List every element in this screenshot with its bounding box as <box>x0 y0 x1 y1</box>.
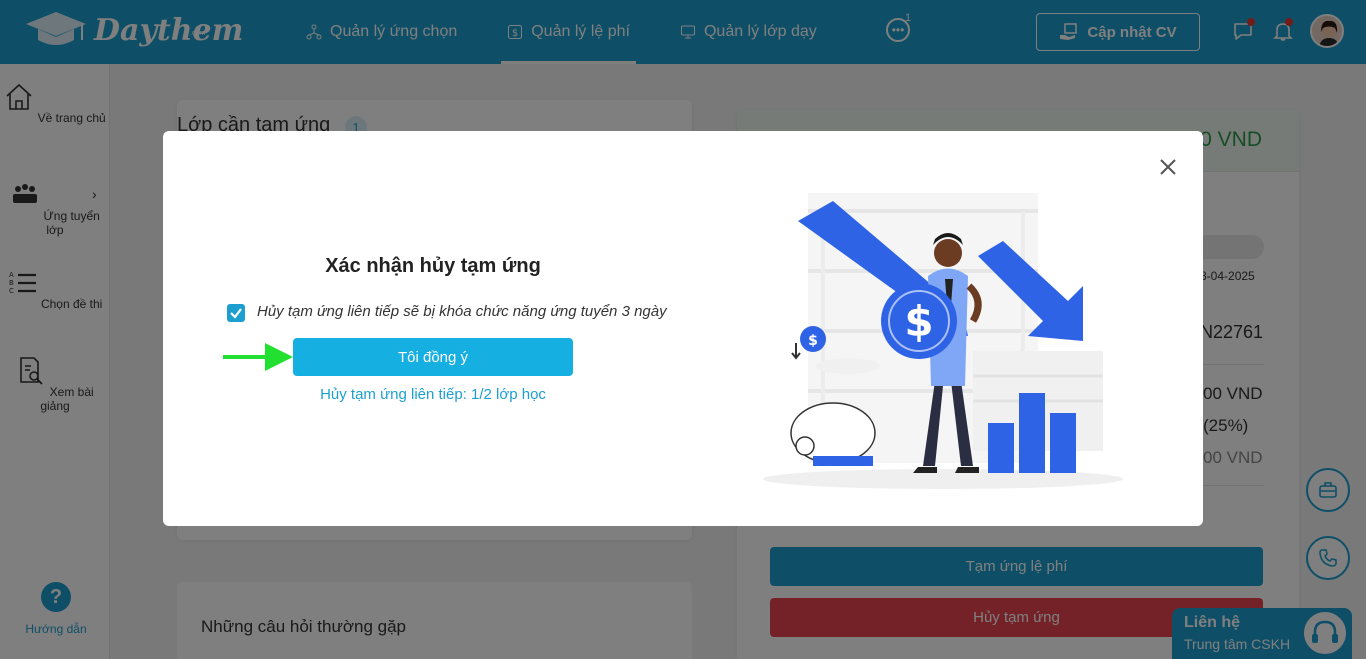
checkmark-icon <box>230 308 242 319</box>
confirm-checkbox[interactable] <box>227 304 245 322</box>
agree-button[interactable]: Tôi đồng ý <box>293 338 573 376</box>
svg-text:$: $ <box>808 333 818 349</box>
svg-text:$: $ <box>904 297 933 346</box>
green-arrow-icon <box>223 343 293 371</box>
cancel-advance-modal: Xác nhận hủy tạm ứng Hủy tạm ứng liên ti… <box>163 131 1203 526</box>
confirm-checkbox-label[interactable]: Hủy tạm ứng liên tiếp sẽ bị khóa chức nă… <box>257 303 667 320</box>
modal-title: Xác nhận hủy tạm ứng <box>325 255 541 277</box>
cancel-count-text: Hủy tạm ứng liên tiếp: 1/2 lớp học <box>320 386 546 403</box>
finance-decline-illustration: $ $ <box>763 193 1123 489</box>
